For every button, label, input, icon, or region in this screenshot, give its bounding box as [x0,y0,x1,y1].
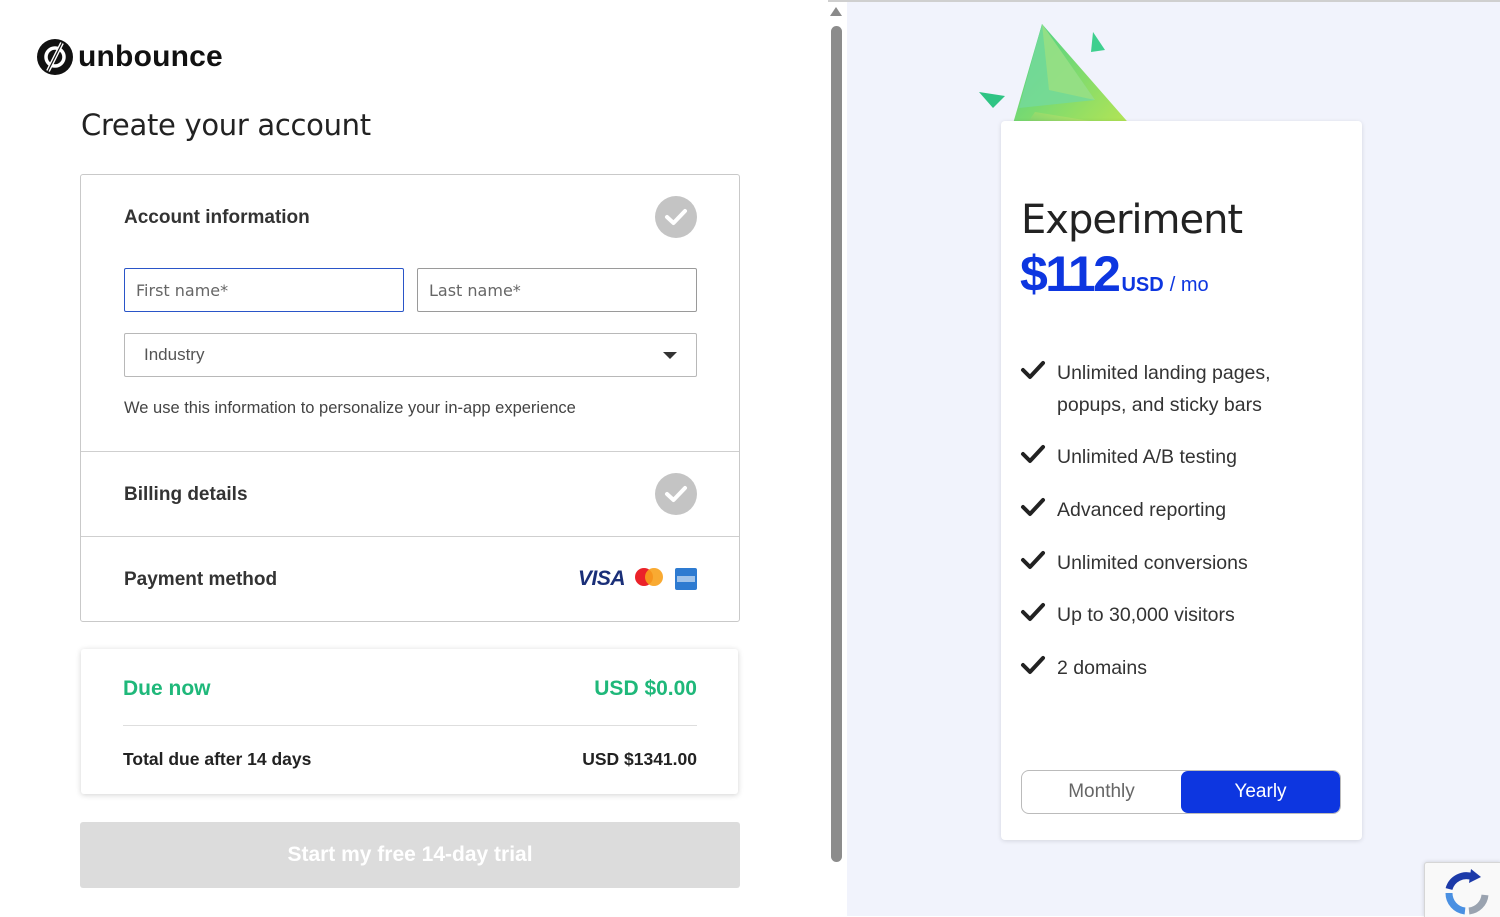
visa-icon: VISA [577,567,626,590]
order-summary: Due now USD $0.00 Total due after 14 day… [81,649,738,794]
unbounce-logo[interactable]: unbounce [36,38,223,76]
section-divider [81,451,739,452]
feature-text: 2 domains [1057,657,1147,679]
signup-form-card: Account information First name* Last nam… [80,174,740,622]
checkmark-icon [1021,656,1045,674]
unbounce-logo-icon [37,39,73,75]
monthly-option[interactable]: Monthly [1022,771,1181,813]
total-due-value: USD $1341.00 [582,749,697,769]
feature-text: Advanced reporting [1057,499,1227,521]
plan-price-period: / mo [1169,274,1209,296]
due-now-value: USD $0.00 [594,677,697,700]
feature-text: Unlimited conversions [1057,552,1248,574]
plan-price: $112 USD / mo [1020,245,1209,303]
personalization-hint: We use this information to personalize y… [124,399,576,417]
billing-section-heading[interactable]: Billing details [124,484,248,506]
yearly-option[interactable]: Yearly [1181,771,1340,813]
feature-item: Up to 30,000 visitors [1020,599,1235,631]
accepted-cards: VISA [578,567,697,591]
scroll-up-arrow[interactable] [830,7,842,16]
checkmark-icon [1021,551,1045,569]
mastercard-icon [635,568,665,590]
start-trial-button[interactable]: Start my free 14-day trial [80,822,740,888]
recaptcha-badge[interactable] [1424,862,1500,917]
feature-item: Advanced reporting [1020,494,1226,526]
summary-divider [123,725,697,726]
checkmark-icon [1021,498,1045,516]
account-section-heading[interactable]: Account information [124,207,310,229]
logo-text: unbounce [78,40,223,73]
feature-item: 2 domains [1020,652,1147,684]
industry-select[interactable]: Industry [124,333,697,377]
signup-panel: unbounce Create your account Account inf… [0,0,828,916]
checkmark-icon [1021,361,1045,379]
feature-text: Up to 30,000 visitors [1057,604,1235,626]
amex-icon [675,568,697,590]
payment-section-heading[interactable]: Payment method [124,569,277,591]
account-complete-check-icon [655,196,697,238]
page-title: Create your account [81,108,371,142]
chevron-down-icon [663,351,677,359]
billing-complete-check-icon [655,473,697,515]
first-name-field[interactable]: First name* [124,268,404,312]
feature-text: Unlimited A/B testing [1057,446,1237,468]
section-divider [81,536,739,537]
plan-price-amount: $112 [1020,246,1121,302]
total-due-label: Total due after 14 days [123,749,312,769]
due-now-label: Due now [123,677,211,700]
feature-text: Unlimited landing pages, popups, and sti… [1057,362,1271,416]
scrollbar-thumb[interactable] [831,26,842,862]
feature-item: Unlimited A/B testing [1020,441,1237,473]
checkmark-icon [1021,445,1045,463]
recaptcha-icon [1445,869,1489,915]
industry-select-value: Industry [144,345,205,364]
plan-name: Experiment [1021,197,1243,243]
checkmark-icon [1021,603,1045,621]
last-name-field[interactable]: Last name* [417,268,697,312]
feature-item: Unlimited landing pages, popups, and sti… [1020,357,1297,421]
plan-price-currency: USD [1121,274,1164,296]
feature-item: Unlimited conversions [1020,547,1248,579]
plan-card: Experiment $112 USD / mo Unlimited landi… [1001,121,1362,840]
billing-period-toggle: Monthly Yearly [1021,770,1341,814]
